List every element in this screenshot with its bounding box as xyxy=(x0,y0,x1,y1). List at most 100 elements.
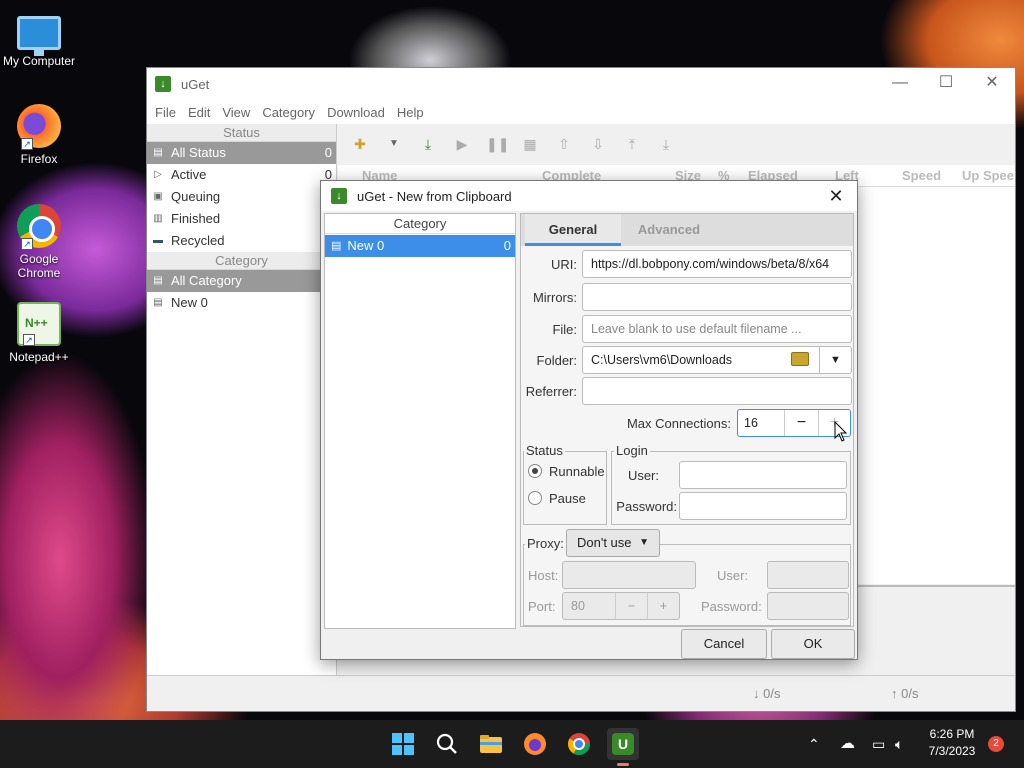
batch-download-icon[interactable]: ⤓ xyxy=(418,134,438,154)
uget-taskbar-icon[interactable]: U xyxy=(607,728,639,766)
new-download-icon[interactable]: ✚ xyxy=(350,134,370,154)
clock[interactable]: 6:26 PM 7/3/2023 xyxy=(922,726,982,760)
runnable-radio[interactable] xyxy=(528,464,542,478)
start-button[interactable] xyxy=(387,728,419,760)
menu-download[interactable]: Download xyxy=(321,105,391,120)
proxy-host-field[interactable] xyxy=(562,561,696,589)
move-down-icon[interactable]: ⇩ xyxy=(588,134,608,154)
proxy-label: Proxy: xyxy=(525,536,566,551)
mirrors-field[interactable] xyxy=(582,283,852,311)
clock-time: 6:26 PM xyxy=(929,727,975,741)
notepadpp-icon: ↗ xyxy=(17,302,61,346)
minimize-button[interactable]: — xyxy=(877,68,923,98)
dialog-close-button[interactable]: ✕ xyxy=(821,185,851,207)
menu-edit[interactable]: Edit xyxy=(182,105,216,120)
max-connections-value: 16 xyxy=(744,416,758,430)
queue-icon: ▣ xyxy=(153,191,163,202)
proxy-port-value: 80 xyxy=(571,599,585,613)
category-header: Category xyxy=(147,252,336,270)
search-icon[interactable] xyxy=(431,728,463,760)
notification-badge[interactable]: 2 xyxy=(988,736,1004,752)
status-item-all[interactable]: ▤ All Status 0 xyxy=(147,142,336,164)
shortcut-arrow-icon: ↗ xyxy=(21,138,33,150)
desktop-icon-chrome[interactable]: ↗ Google Chrome xyxy=(2,204,76,280)
finished-icon: ▥ xyxy=(153,213,163,224)
decrement-icon[interactable]: − xyxy=(784,410,818,436)
chevron-down-icon: ▼ xyxy=(639,537,649,548)
menu-category[interactable]: Category xyxy=(256,105,321,120)
pause-radio[interactable] xyxy=(528,491,542,505)
firefox-taskbar-icon[interactable] xyxy=(519,728,551,760)
status-item-active[interactable]: ▷ Active 0 xyxy=(147,164,336,186)
status-label: Active xyxy=(171,167,207,182)
network-off-icon[interactable]: ☁ xyxy=(840,720,855,768)
status-item-recycled[interactable]: ▬ Recycled xyxy=(147,230,336,252)
menu-file[interactable]: File xyxy=(149,105,182,120)
chrome-taskbar-icon[interactable] xyxy=(563,728,595,760)
file-label: File: xyxy=(552,322,577,337)
max-connections-label: Max Connections: xyxy=(626,416,731,431)
login-user-field[interactable] xyxy=(679,461,847,489)
cancel-button[interactable]: Cancel xyxy=(681,629,767,659)
menu-view[interactable]: View xyxy=(216,105,256,120)
maximize-button[interactable]: ☐ xyxy=(923,68,969,98)
dialog-title: uGet - New from Clipboard xyxy=(357,188,512,204)
pause-label: Pause xyxy=(549,491,586,506)
folder-browse-icon[interactable] xyxy=(791,352,809,366)
ok-button[interactable]: OK xyxy=(771,629,855,659)
main-statusbar: ↓ 0/s ↑ 0/s xyxy=(147,675,1015,711)
referrer-field[interactable] xyxy=(582,377,852,405)
desktop-icon-label: Notepad++ xyxy=(9,350,69,364)
column-up-speed[interactable]: Up Spee xyxy=(962,168,1014,183)
category-item-all[interactable]: ▤ All Category xyxy=(147,270,336,292)
volume-icon[interactable]: 🔈︎ xyxy=(895,720,903,768)
list-icon: ▤ xyxy=(331,240,342,252)
uri-field[interactable]: https://dl.bobpony.com/windows/beta/8/x6… xyxy=(582,250,852,278)
proxy-user-field[interactable] xyxy=(767,561,849,589)
login-group-label: Login xyxy=(614,443,650,458)
decrement-icon[interactable]: − xyxy=(615,593,647,619)
dialog-category-panel: Category ▤ New 0 0 xyxy=(324,213,516,629)
increment-icon[interactable]: + xyxy=(647,593,679,619)
move-top-icon[interactable]: ⤒ xyxy=(622,134,642,154)
proxy-type-dropdown[interactable]: Don't use ▼ xyxy=(566,529,660,557)
main-window-title: uGet xyxy=(181,76,210,92)
login-password-label: Password: xyxy=(616,499,677,514)
menubar: File Edit View Category Download Help xyxy=(147,100,1015,124)
folder-label: Folder: xyxy=(536,353,577,368)
desktop-icon-firefox[interactable]: ↗ Firefox xyxy=(2,104,76,166)
pause-icon[interactable]: ❚❚ xyxy=(486,134,509,154)
monitor-icon xyxy=(17,16,61,56)
move-up-icon[interactable]: ⇧ xyxy=(554,134,574,154)
new-dropdown-icon[interactable]: ▼ xyxy=(384,134,404,154)
tray-overflow-icon[interactable]: ⌃ xyxy=(808,720,820,768)
menu-help[interactable]: Help xyxy=(391,105,430,120)
properties-icon[interactable]: ▦ xyxy=(520,134,540,154)
folder-dropdown-icon[interactable]: ▼ xyxy=(819,347,851,373)
dialog-category-item-new0[interactable]: ▤ New 0 0 xyxy=(325,235,515,257)
proxy-port-spin[interactable]: 80 − + xyxy=(562,592,680,620)
category-item-new0[interactable]: ▤ New 0 xyxy=(147,292,336,314)
desktop-icon-my-computer[interactable]: My Computer xyxy=(2,10,76,68)
file-field[interactable]: Leave blank to use default filename ... xyxy=(582,315,852,343)
category-label: All Category xyxy=(171,273,242,288)
tab-general[interactable]: General xyxy=(525,214,621,246)
proxy-port-label: Port: xyxy=(528,599,556,614)
folder-combo[interactable]: C:\Users\vm6\Downloads xyxy=(582,346,852,374)
display-icon[interactable]: ▭ xyxy=(872,720,885,768)
status-item-queuing[interactable]: ▣ Queuing xyxy=(147,186,336,208)
tab-advanced[interactable]: Advanced xyxy=(621,214,717,246)
status-item-finished[interactable]: ▥ Finished xyxy=(147,208,336,230)
shortcut-arrow-icon: ↗ xyxy=(23,334,35,346)
move-bottom-icon[interactable]: ⤓ xyxy=(656,134,676,154)
file-explorer-icon[interactable] xyxy=(475,728,507,760)
proxy-password-field[interactable] xyxy=(767,592,849,620)
start-icon[interactable]: ▶ xyxy=(452,134,472,154)
recycle-icon: ▬ xyxy=(153,235,163,246)
status-group-label: Status xyxy=(524,443,565,458)
column-speed[interactable]: Speed xyxy=(902,168,941,183)
login-password-field[interactable] xyxy=(679,492,847,520)
desktop-icon-label: Google Chrome xyxy=(17,252,61,280)
close-button[interactable]: ✕ xyxy=(969,68,1015,98)
desktop-icon-notepadpp[interactable]: ↗ Notepad++ xyxy=(2,302,76,364)
